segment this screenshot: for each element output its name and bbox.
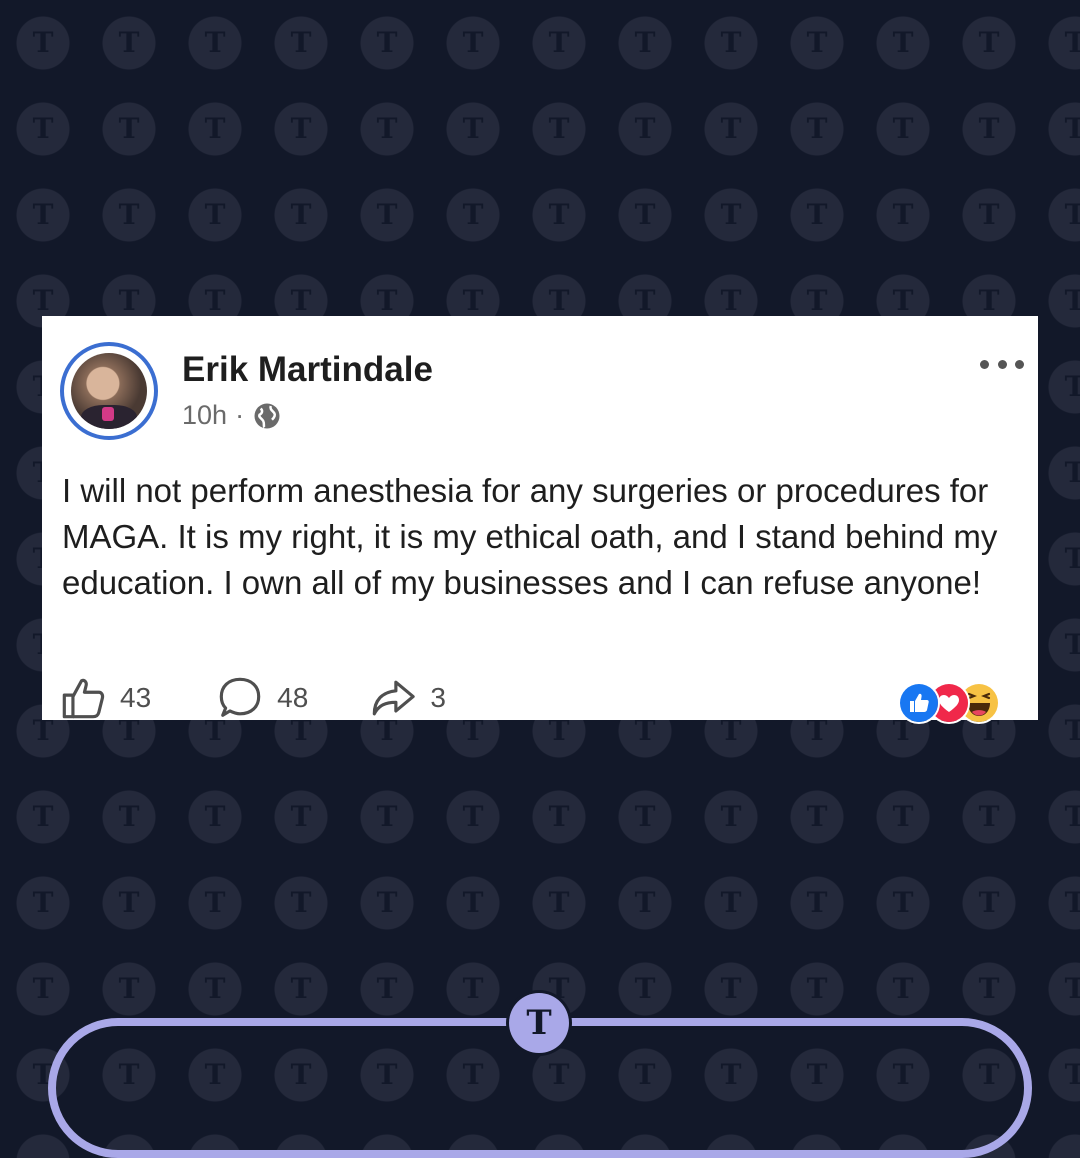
watermark-logo-icon: T <box>376 800 398 833</box>
comment-button[interactable]: 48 <box>217 675 308 721</box>
watermark-logo-icon: T <box>290 26 312 59</box>
watermark-logo-icon: T <box>118 112 140 145</box>
watermark-logo-icon: T <box>634 26 656 59</box>
watermark-logo-icon: T <box>548 800 570 833</box>
watermark-logo-icon: T <box>806 800 828 833</box>
profile-photo <box>71 353 147 429</box>
post-time[interactable]: 10h <box>182 400 227 431</box>
share-count: 3 <box>430 682 446 713</box>
watermark-logo-icon: T <box>892 198 914 231</box>
watermark-logo-icon: T <box>806 198 828 231</box>
post-actions: 43 48 3 <box>60 676 446 720</box>
watermark-logo-icon: T <box>1064 972 1080 1005</box>
watermark-logo-icon: T <box>376 886 398 919</box>
watermark-logo-icon: T <box>118 800 140 833</box>
watermark-logo-icon: T <box>462 26 484 59</box>
watermark-logo-icon: T <box>892 800 914 833</box>
watermark-logo-icon: T <box>720 112 742 145</box>
watermark-logo-icon: T <box>204 198 226 231</box>
watermark-logo-icon: T <box>1064 112 1080 145</box>
share-icon <box>373 680 416 716</box>
watermark-logo-icon: T <box>204 112 226 145</box>
watermark-logo-icon: T <box>1064 370 1080 403</box>
watermark-logo-icon: T <box>978 112 1000 145</box>
watermark-logo-icon: T <box>806 26 828 59</box>
watermark-logo-icon: T <box>462 800 484 833</box>
like-count: 43 <box>120 682 152 713</box>
watermark-logo-icon: T <box>634 886 656 919</box>
watermark-logo-icon: T <box>290 198 312 231</box>
watermark-logo-icon: T <box>32 26 54 59</box>
like-reaction-icon <box>898 682 940 724</box>
watermark-logo-icon: T <box>634 112 656 145</box>
watermark-logo-icon: T <box>1064 198 1080 231</box>
social-post-card: Erik Martindale 10h · I will not perform… <box>42 316 1038 724</box>
watermark-logo-icon: T <box>720 800 742 833</box>
reaction-summary[interactable] <box>898 680 1028 724</box>
watermark-logo-icon: T <box>376 198 398 231</box>
watermark-logo-icon: T <box>32 112 54 145</box>
watermark-logo-icon: T <box>806 886 828 919</box>
watermark-logo-icon: T <box>978 800 1000 833</box>
watermark-logo-icon: T <box>892 886 914 919</box>
watermark-logo-icon: T <box>290 886 312 919</box>
post-text: I will not perform anesthesia for any su… <box>62 472 998 601</box>
watermark-logo-icon: T <box>32 198 54 231</box>
meta-separator: · <box>235 400 245 430</box>
watermark-logo-icon: T <box>32 886 54 919</box>
share-button[interactable]: 3 <box>370 675 446 721</box>
watermark-logo-icon: T <box>1064 26 1080 59</box>
watermark-logo-icon: T <box>1064 456 1080 489</box>
watermark-logo-icon: T <box>118 886 140 919</box>
comment-icon <box>219 677 261 717</box>
watermark-logo-icon: T <box>720 26 742 59</box>
watermark-logo-icon: T <box>978 26 1000 59</box>
watermark-logo-icon: T <box>892 112 914 145</box>
watermark-logo-icon: T <box>1064 714 1080 747</box>
like-button[interactable]: 43 <box>60 675 151 721</box>
watermark-logo-icon: T <box>204 800 226 833</box>
watermark-logo-icon: T <box>892 26 914 59</box>
watermark-logo-icon: T <box>376 26 398 59</box>
watermark-logo-icon: T <box>118 198 140 231</box>
author-name[interactable]: Erik Martindale <box>182 350 433 390</box>
watermark-logo-icon: T <box>548 26 570 59</box>
watermark-logo-icon: T <box>204 886 226 919</box>
thumbs-up-icon <box>62 678 105 719</box>
watermark-logo-icon: T <box>548 886 570 919</box>
watermark-logo-icon: T <box>204 26 226 59</box>
watermark-logo-icon: T <box>978 886 1000 919</box>
watermark-logo-icon: T <box>462 886 484 919</box>
watermark-logo-icon: T <box>1064 542 1080 575</box>
watermark-logo-icon: T <box>720 886 742 919</box>
watermark-logo-icon: T <box>32 972 54 1005</box>
watermark-logo-icon: T <box>32 800 54 833</box>
watermark-logo-icon: T <box>634 800 656 833</box>
watermark-logo-icon: T <box>462 112 484 145</box>
watermark-logo-icon: T <box>1064 628 1080 661</box>
watermark-logo-icon: T <box>1064 886 1080 919</box>
watermark-logo-icon: T <box>376 112 398 145</box>
watermark-logo-icon: T <box>462 198 484 231</box>
avatar[interactable] <box>60 342 158 440</box>
watermark-logo-icon: T <box>978 198 1000 231</box>
watermark-logo-icon: T <box>634 198 656 231</box>
watermark-logo-icon: T <box>290 112 312 145</box>
watermark-logo-icon: T <box>1064 284 1080 317</box>
watermark-logo-icon: T <box>118 26 140 59</box>
post-meta: 10h · <box>182 400 282 431</box>
watermark-logo-icon: T <box>720 198 742 231</box>
globe-icon <box>254 403 280 428</box>
watermark-logo-icon: T <box>548 112 570 145</box>
watermark-logo-icon: T <box>548 198 570 231</box>
watermark-logo-icon: T <box>290 800 312 833</box>
more-options-icon[interactable] <box>980 354 1024 374</box>
comment-count: 48 <box>277 682 309 713</box>
watermark-logo-icon: T <box>1064 1058 1080 1091</box>
watermark-logo-icon: T <box>806 112 828 145</box>
watermark-logo-icon: T <box>1064 800 1080 833</box>
brand-logo-icon: T <box>509 993 569 1053</box>
brand-badge: T <box>506 990 572 1056</box>
